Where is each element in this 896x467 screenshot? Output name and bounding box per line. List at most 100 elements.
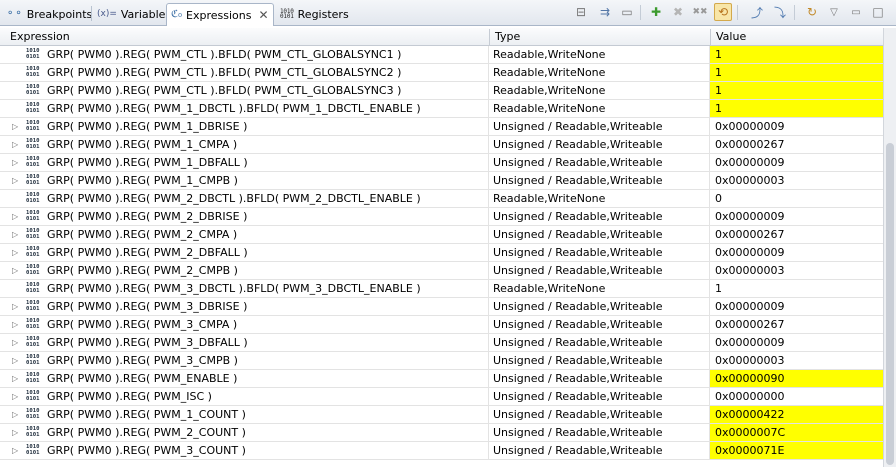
maximize-view-icon[interactable]: □ (869, 3, 887, 21)
table-row[interactable]: 1010 0101 GRP( PWM0 ).REG( PWM_CTL ).BFLD(… (0, 46, 883, 64)
remove-expression-icon[interactable]: ✖ (669, 3, 687, 21)
expression-cell[interactable]: ▷ 1010 0101 GRP( PWM0 ).REG( PWM_3_DBRISE ) (0, 298, 489, 315)
value-cell[interactable]: 0x0000071E (710, 442, 883, 459)
column-header-expression[interactable]: Expression (6, 28, 489, 46)
expand-arrow-icon[interactable]: ▷ (12, 352, 18, 369)
value-cell[interactable]: 0x00000000 (710, 388, 883, 405)
expression-cell[interactable]: ▷ 1010 0101 GRP( PWM0 ).REG( PWM_1_DBRISE ) (0, 118, 489, 135)
value-cell[interactable]: 0x00000090 (710, 370, 883, 387)
table-row[interactable]: ▷ 1010 0101 GRP( PWM0 ).REG( PWM_1_CMPB ) Un… (0, 172, 883, 190)
expand-arrow-icon[interactable]: ▷ (12, 208, 18, 225)
expand-arrow-icon[interactable]: ▷ (12, 370, 18, 387)
table-row[interactable]: ▷ 1010 0101 GRP( PWM0 ).REG( PWM_1_DBFALL )… (0, 154, 883, 172)
table-row[interactable]: ▷ 1010 0101 GRP( PWM0 ).REG( PWM_2_COUNT ) U… (0, 424, 883, 442)
expression-cell[interactable]: ▷ 1010 0101 GRP( PWM0 ).REG( PWM_3_DBFALL ) (0, 334, 489, 351)
tab-breakpoints[interactable]: ⚬⚬ Breakpoints (2, 3, 96, 25)
column-divider[interactable] (710, 29, 711, 45)
expand-icon[interactable]: ⇉ (596, 3, 614, 21)
expand-arrow-icon[interactable]: ▷ (12, 442, 18, 459)
expand-arrow-icon[interactable]: ▷ (12, 316, 18, 333)
value-cell[interactable]: 0x00000003 (710, 172, 883, 189)
view-menu-icon[interactable]: ▽ (825, 3, 843, 21)
expression-cell[interactable]: 1010 0101 GRP( PWM0 ).REG( PWM_CTL ).BFLD(… (0, 64, 489, 81)
table-row[interactable]: ▷ 1010 0101 GRP( PWM0 ).REG( PWM_3_CMPA ) Un… (0, 316, 883, 334)
tab-expressions[interactable]: ℭ₀ Expressions ✕ (166, 3, 274, 26)
expression-cell[interactable]: ▷ 1010 0101 GRP( PWM0 ).REG( PWM_3_COUNT ) (0, 442, 489, 459)
continuous-refresh-icon[interactable]: ⟲ (714, 3, 732, 21)
import-icon[interactable]: ⤵ (771, 3, 789, 21)
expression-cell[interactable]: ▷ 1010 0101 GRP( PWM0 ).REG( PWM_2_COUNT ) (0, 424, 489, 441)
table-row[interactable]: 1010 0101 GRP( PWM0 ).REG( PWM_CTL ).BFLD(… (0, 64, 883, 82)
expression-cell[interactable]: ▷ 1010 0101 GRP( PWM0 ).REG( PWM_ENABLE ) (0, 370, 489, 387)
table-row[interactable]: ▷ 1010 0101 GRP( PWM0 ).REG( PWM_1_CMPA ) Un… (0, 136, 883, 154)
value-cell[interactable]: 1 (710, 64, 883, 81)
expression-cell[interactable]: ▷ 1010 0101 GRP( PWM0 ).REG( PWM_2_CMPA ) (0, 226, 489, 243)
value-cell[interactable]: 1 (710, 82, 883, 99)
expression-cell[interactable]: ▷ 1010 0101 GRP( PWM0 ).REG( PWM_2_DBRISE ) (0, 208, 489, 225)
expression-cell[interactable]: 1010 0101 GRP( PWM0 ).REG( PWM_CTL ).BFLD(… (0, 46, 489, 63)
refresh-icon[interactable]: ↻ (803, 3, 821, 21)
expression-cell[interactable]: 1010 0101 GRP( PWM0 ).REG( PWM_3_DBCTL ).B… (0, 280, 489, 297)
expand-arrow-icon[interactable]: ▷ (12, 298, 18, 315)
expand-arrow-icon[interactable]: ▷ (12, 136, 18, 153)
expression-cell[interactable]: ▷ 1010 0101 GRP( PWM0 ).REG( PWM_ISC ) (0, 388, 489, 405)
value-cell[interactable]: 0x00000009 (710, 154, 883, 171)
column-header-value[interactable]: Value (712, 28, 883, 46)
table-row[interactable]: 1010 0101 GRP( PWM0 ).REG( PWM_2_DBCTL ).B… (0, 190, 883, 208)
value-cell[interactable]: 0x0000007C (710, 424, 883, 441)
value-cell[interactable]: 0x00000003 (710, 352, 883, 369)
expand-arrow-icon[interactable]: ▷ (12, 172, 18, 189)
table-row[interactable]: ▷ 1010 0101 GRP( PWM0 ).REG( PWM_1_DBRISE )… (0, 118, 883, 136)
expand-arrow-icon[interactable]: ▷ (12, 118, 18, 135)
value-cell[interactable]: 1 (710, 46, 883, 63)
table-row[interactable]: ▷ 1010 0101 GRP( PWM0 ).REG( PWM_1_COUNT ) U… (0, 406, 883, 424)
expression-cell[interactable]: ▷ 1010 0101 GRP( PWM0 ).REG( PWM_3_CMPB ) (0, 352, 489, 369)
minimize-view-icon[interactable]: ▭ (847, 3, 865, 21)
export-icon[interactable]: ⤴ (748, 3, 766, 21)
table-row[interactable]: ▷ 1010 0101 GRP( PWM0 ).REG( PWM_3_CMPB ) Un… (0, 352, 883, 370)
expression-cell[interactable]: ▷ 1010 0101 GRP( PWM0 ).REG( PWM_1_CMPA ) (0, 136, 489, 153)
expand-arrow-icon[interactable]: ▷ (12, 406, 18, 423)
table-row[interactable]: ▷ 1010 0101 GRP( PWM0 ).REG( PWM_ISC ) Unsig… (0, 388, 883, 406)
value-cell[interactable]: 0x00000267 (710, 316, 883, 333)
value-cell[interactable]: 0x00000009 (710, 118, 883, 135)
expression-cell[interactable]: ▷ 1010 0101 GRP( PWM0 ).REG( PWM_1_CMPB ) (0, 172, 489, 189)
expression-cell[interactable]: 1010 0101 GRP( PWM0 ).REG( PWM_1_DBCTL ).B… (0, 100, 489, 117)
value-cell[interactable]: 1 (710, 280, 883, 297)
expression-cell[interactable]: ▷ 1010 0101 GRP( PWM0 ).REG( PWM_1_COUNT ) (0, 406, 489, 423)
tab-variables[interactable]: (x)= Variables (93, 3, 175, 25)
expand-arrow-icon[interactable]: ▷ (12, 226, 18, 243)
table-row[interactable]: ▷ 1010 0101 GRP( PWM0 ).REG( PWM_3_COUNT ) U… (0, 442, 883, 460)
table-row[interactable]: ▷ 1010 0101 GRP( PWM0 ).REG( PWM_3_DBFALL )… (0, 334, 883, 352)
vertical-scrollbar[interactable] (883, 28, 896, 467)
table-row[interactable]: ▷ 1010 0101 GRP( PWM0 ).REG( PWM_2_CMPB ) Un… (0, 262, 883, 280)
table-row[interactable]: ▷ 1010 0101 GRP( PWM0 ).REG( PWM_2_DBRISE )… (0, 208, 883, 226)
expression-cell[interactable]: 1010 0101 GRP( PWM0 ).REG( PWM_CTL ).BFLD(… (0, 82, 489, 99)
column-header-type[interactable]: Type (491, 28, 710, 46)
expand-arrow-icon[interactable]: ▷ (12, 424, 18, 441)
value-cell[interactable]: 0x00000009 (710, 334, 883, 351)
table-row[interactable]: 1010 0101 GRP( PWM0 ).REG( PWM_1_DBCTL ).B… (0, 100, 883, 118)
value-cell[interactable]: 0x00000267 (710, 136, 883, 153)
add-expression-icon[interactable]: ✚ (647, 3, 665, 21)
expand-arrow-icon[interactable]: ▷ (12, 388, 18, 405)
tab-registers[interactable]: 1010 0101 Registers (276, 3, 353, 25)
value-cell[interactable]: 0x00000267 (710, 226, 883, 243)
value-cell[interactable]: 1 (710, 100, 883, 117)
expand-arrow-icon[interactable]: ▷ (12, 154, 18, 171)
table-row[interactable]: 1010 0101 GRP( PWM0 ).REG( PWM_CTL ).BFLD(… (0, 82, 883, 100)
value-cell[interactable]: 0x00000003 (710, 262, 883, 279)
close-icon[interactable]: ✕ (259, 8, 269, 22)
scrollbar-thumb[interactable] (886, 143, 894, 465)
value-cell[interactable]: 0x00000009 (710, 244, 883, 261)
table-row[interactable]: ▷ 1010 0101 GRP( PWM0 ).REG( PWM_2_DBFALL )… (0, 244, 883, 262)
value-cell[interactable]: 0x00000422 (710, 406, 883, 423)
minimize-icon[interactable]: ▭ (618, 3, 636, 21)
expand-arrow-icon[interactable]: ▷ (12, 334, 18, 351)
expand-arrow-icon[interactable]: ▷ (12, 244, 18, 261)
expression-cell[interactable]: 1010 0101 GRP( PWM0 ).REG( PWM_2_DBCTL ).B… (0, 190, 489, 207)
expression-cell[interactable]: ▷ 1010 0101 GRP( PWM0 ).REG( PWM_3_CMPA ) (0, 316, 489, 333)
table-row[interactable]: ▷ 1010 0101 GRP( PWM0 ).REG( PWM_2_CMPA ) Un… (0, 226, 883, 244)
table-row[interactable]: 1010 0101 GRP( PWM0 ).REG( PWM_3_DBCTL ).B… (0, 280, 883, 298)
table-row[interactable]: ▷ 1010 0101 GRP( PWM0 ).REG( PWM_3_DBRISE )… (0, 298, 883, 316)
